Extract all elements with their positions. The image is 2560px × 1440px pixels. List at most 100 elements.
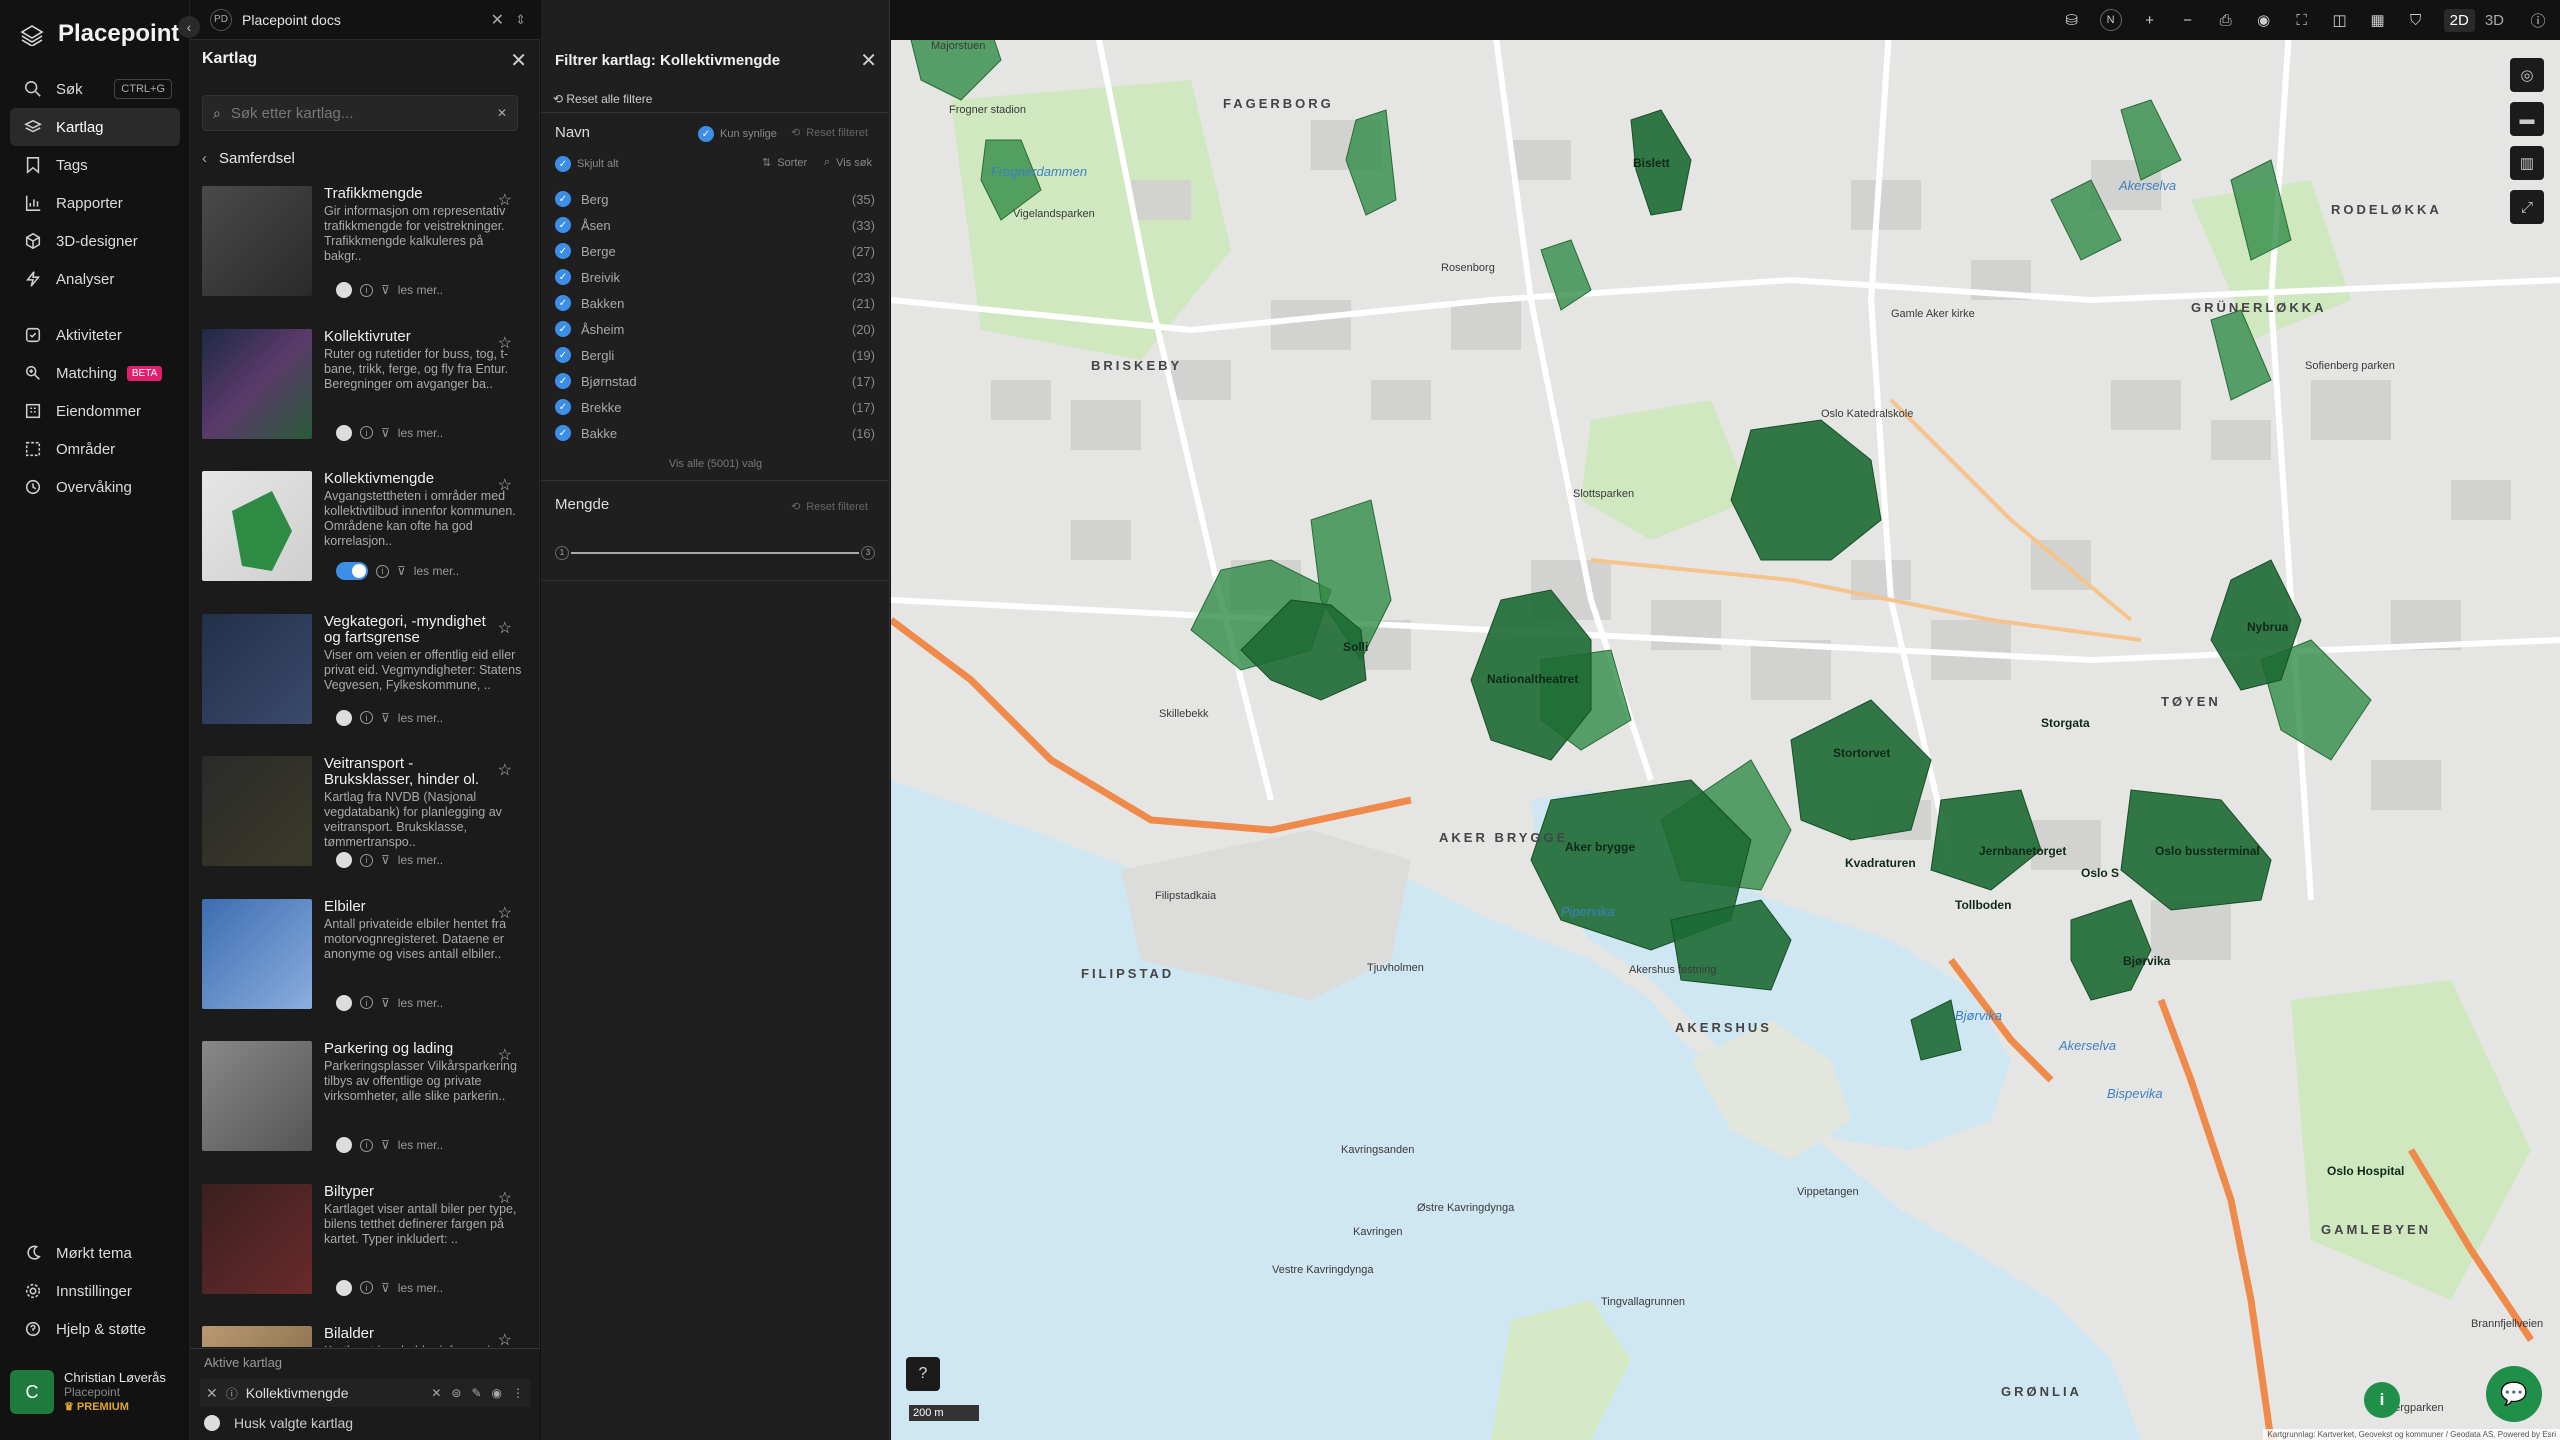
nav-item-help[interactable]: Hjelp & støtte [10,1310,180,1348]
show-all-link[interactable]: Vis alle (5001) valg [541,458,890,470]
measure-tool-icon[interactable]: ▬ [2510,102,2544,136]
layer-item[interactable]: Veitransport - Bruksklasser, hinder ol. K… [202,754,528,897]
nav-item-overvaking[interactable]: Overvåking [10,468,180,506]
layer-toggle[interactable] [336,994,352,1011]
filter-value-row[interactable]: ✓ Bakken (21) [555,290,875,316]
nav-item-settings[interactable]: Innstillinger [10,1272,180,1310]
slider-min-handle[interactable]: 1 [555,546,569,560]
layers-stack-icon[interactable]: ⛁ [2062,11,2082,29]
nav-item-eiendommer[interactable]: Eiendommer [10,392,180,430]
expand-tool-icon[interactable]: ⤢ [2510,190,2544,224]
nav-item-search[interactable]: Søk CTRL+G [10,70,180,108]
eye-icon[interactable]: ◉ [2254,11,2274,29]
info-icon[interactable]: i [360,853,373,867]
layer-item[interactable]: Bilalder Kartlaget inneholder informasjon… [202,1324,528,1347]
close-icon[interactable]: ✕ [431,1386,441,1400]
star-icon[interactable]: ☆ [498,333,512,353]
show-search-button[interactable]: ⌕ Vis søk [824,156,872,169]
layer-search-input[interactable] [230,104,487,122]
layer-toggle[interactable] [336,424,352,441]
nav-item-aktiviteter[interactable]: Aktiviteter [10,316,180,354]
filter-icon[interactable]: ⊽ [381,853,390,867]
chart-tool-icon[interactable]: ▥ [2510,146,2544,180]
close-panel-button[interactable]: ✕ [510,48,527,73]
brand[interactable]: Placepoint [20,20,179,48]
read-more-link[interactable]: les mer.. [398,1281,443,1295]
remove-icon[interactable]: ✕ [206,1385,218,1402]
layer-toggle[interactable] [336,1279,352,1296]
filter-value-row[interactable]: ✓ Breivik (23) [555,264,875,290]
more-icon[interactable]: ⋮ [512,1386,524,1400]
collapse-sidebar-button[interactable]: ‹ [178,16,200,38]
layer-item[interactable]: Vegkategori, -myndighet og fartsgrense Vi… [202,612,528,755]
filter-icon[interactable]: ⊽ [381,1281,390,1295]
breadcrumb[interactable]: ‹ Samferdsel [202,150,295,167]
user-profile[interactable]: C Christian Løverås Placepoint ♛ PREMIUM [10,1362,180,1422]
star-icon[interactable]: ☆ [498,903,512,923]
nav-item-kartlag[interactable]: Kartlag [10,108,180,146]
filter-value-row[interactable]: ✓ Bakke (16) [555,420,875,446]
zoom-in-icon[interactable]: + [2140,12,2160,29]
filter-icon[interactable]: ⊜ [451,1386,461,1400]
grid-icon[interactable]: ▦ [2368,11,2388,29]
info-button[interactable]: i [2364,1382,2400,1418]
filter-value-row[interactable]: ✓ Åsen (33) [555,212,875,238]
info-icon[interactable]: i [360,283,373,297]
read-more-link[interactable]: les mer.. [398,1138,443,1152]
filter-icon[interactable]: ⊽ [381,283,390,297]
filter-icon[interactable]: ⊽ [381,711,390,725]
reset-all-filters-button[interactable]: ⟲ Reset alle filtere [553,92,652,106]
slider-max-handle[interactable]: 3 [861,546,875,560]
reset-filter-button[interactable]: ⟲ Reset filteret [791,126,868,140]
map-canvas[interactable]: FAGERBORG BRISKEBY FILIPSTAD AKER BRYGGE… [891,0,2560,1440]
remember-layers-toggle[interactable]: Husk valgte kartlag [204,1415,353,1431]
only-visible-toggle[interactable]: ✓ Kun synlige [698,126,777,142]
info-icon[interactable]: i [360,1281,373,1294]
layer-item[interactable]: Biltyper Kartlaget viser antall biler per… [202,1182,528,1325]
read-more-link[interactable]: les mer.. [398,996,443,1010]
nav-item-dark-theme[interactable]: Mørkt tema [10,1234,180,1272]
star-icon[interactable]: ☆ [498,1188,512,1208]
print-icon[interactable]: ⎙ [2216,12,2236,29]
filter-value-row[interactable]: ✓ Åsheim (20) [555,316,875,342]
layer-toggle[interactable] [336,1137,352,1153]
filter-icon[interactable]: ⊽ [381,1138,390,1152]
nav-item-3d-designer[interactable]: 3D-designer [10,222,180,260]
nav-item-tags[interactable]: Tags [10,146,180,184]
filter-value-row[interactable]: ✓ Brekke (17) [555,394,875,420]
layer-toggle[interactable] [336,709,352,726]
layer-toggle[interactable] [336,852,352,868]
toggle[interactable] [204,1415,220,1431]
read-more-link[interactable]: les mer.. [398,283,443,297]
layer-item[interactable]: Elbiler Antall privateide elbiler hentet … [202,897,528,1040]
hide-all-toggle[interactable]: ✓ Skjult alt [555,156,619,172]
map-help-button[interactable]: ? [906,1357,940,1391]
star-icon[interactable]: ☆ [498,618,512,638]
info-icon[interactable]: i [360,426,373,439]
read-more-link[interactable]: les mer.. [398,853,443,867]
star-icon[interactable]: ☆ [498,1045,512,1065]
layer-item[interactable]: Kollektivmengde Avgangstettheten i område… [202,469,528,612]
nav-item-omrader[interactable]: Områder [10,430,180,468]
filter-icon[interactable]: ⊽ [381,426,390,440]
info-icon[interactable]: i [360,1138,373,1152]
layer-toggle[interactable] [336,282,352,298]
mode-3d-button[interactable]: 3D [2479,9,2510,32]
reset-amount-button[interactable]: ⟲ Reset filteret [791,500,868,514]
eye-icon[interactable]: ◉ [492,1386,502,1400]
zoom-out-icon[interactable]: − [2178,12,2198,29]
filter-value-row[interactable]: ✓ Bergli (19) [555,342,875,368]
nav-item-analyser[interactable]: Analyser [10,260,180,298]
info-icon[interactable]: ⓘ [2528,10,2548,31]
layer-toggle[interactable] [336,562,368,580]
filter-icon[interactable]: ⊽ [397,564,406,578]
info-icon[interactable]: ⓘ [226,1385,238,1402]
sort-button[interactable]: ⇅ Sorter [762,156,807,170]
draw-tool-icon[interactable]: ◎ [2510,58,2544,92]
nav-item-matching[interactable]: Matching BETA [10,354,180,392]
filter-value-row[interactable]: ✓ Berg (35) [555,186,875,212]
amount-slider[interactable]: 1 3 [555,543,875,563]
layer-item[interactable]: Parkering og lading Parkeringsplasser Vil… [202,1039,528,1182]
info-icon[interactable]: i [360,996,373,1009]
close-filter-button[interactable]: ✕ [860,48,877,73]
